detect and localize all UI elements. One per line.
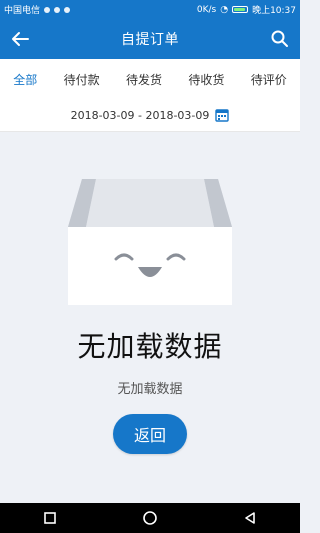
return-button[interactable]: 返回	[113, 414, 187, 454]
tab-pending-shipment[interactable]: 待发货	[126, 71, 162, 88]
tab-pending-payment[interactable]: 待付款	[64, 71, 100, 88]
notification-icon	[54, 6, 61, 13]
date-range-text: 2018-03-09 - 2018-03-09	[70, 108, 210, 122]
status-bar: 中国电信 0K/s ◔ 晚上10:37	[0, 0, 300, 19]
search-icon[interactable]	[268, 27, 292, 51]
calendar-icon[interactable]	[215, 108, 230, 122]
carrier-label: 中国电信	[4, 6, 41, 16]
battery-icon	[232, 6, 249, 13]
page-title: 自提订单	[121, 32, 179, 48]
empty-state-title: 无加载数据	[77, 330, 223, 363]
order-tabs: 全部 待付款 待发货 待收货 待评价	[0, 59, 300, 100]
notification-icon	[44, 6, 51, 13]
status-left: 中国电信	[4, 3, 71, 16]
empty-state-subtitle: 无加载数据	[117, 382, 183, 397]
app-bar: 自提订单	[0, 19, 300, 59]
back-icon[interactable]	[237, 505, 263, 531]
tab-pending-review[interactable]: 待评价	[251, 71, 287, 88]
status-right: 0K/s ◔ 晚上10:37	[196, 3, 296, 17]
tab-pending-receipt[interactable]: 待收货	[188, 71, 224, 88]
recent-apps-icon[interactable]	[37, 505, 63, 531]
notification-icon	[64, 6, 71, 13]
back-arrow-icon[interactable]	[8, 27, 32, 51]
home-icon[interactable]	[137, 505, 163, 531]
system-nav-bar	[0, 503, 300, 533]
network-speed: 0K/s	[196, 4, 217, 15]
wifi-icon: ◔	[220, 4, 229, 15]
clock: 晚上10:37	[252, 6, 296, 16]
empty-box-icon	[68, 179, 232, 305]
tab-all[interactable]: 全部	[13, 71, 37, 88]
date-range-row[interactable]: 2018-03-09 - 2018-03-09	[0, 99, 300, 132]
